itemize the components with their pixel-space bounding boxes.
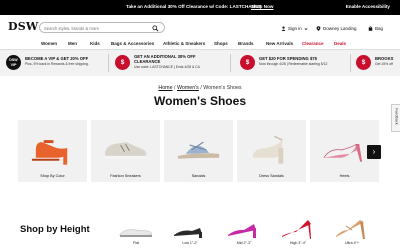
category-label: Shop By Color — [40, 174, 65, 178]
height-option-low[interactable]: Low 1"-2" — [170, 218, 210, 245]
dollar-badge-icon: $ — [115, 55, 130, 70]
promo-divider — [350, 54, 351, 72]
bag-button[interactable]: Bag — [368, 26, 383, 31]
bag-label: Bag — [375, 26, 384, 31]
promo-bar: Take an Additional 30% Off Clearance w/ … — [0, 0, 400, 15]
search-input[interactable] — [44, 24, 144, 32]
shop-by-height-title: Shop by Height — [20, 224, 90, 235]
category-label: Heels — [339, 174, 350, 178]
search-box[interactable] — [39, 22, 165, 33]
height-option-mid[interactable]: Mid 2"-3" — [224, 218, 264, 245]
dollar-badge-icon: $ — [240, 55, 255, 70]
category-tile-fashion-sneakers[interactable]: Fashion Sneakers — [91, 120, 160, 182]
height-label: Flat — [133, 241, 139, 245]
high-heel-image — [282, 220, 311, 239]
category-tile-sandals[interactable]: Sandals — [164, 120, 233, 182]
promo-card-reward[interactable]: $ GET $20 FOR SPENDING $75 Now through 4… — [240, 53, 340, 73]
shop-now-link[interactable]: Shop Now — [251, 4, 273, 9]
sign-in-label: Sign in — [288, 26, 302, 31]
height-option-high[interactable]: High 3"-4" — [278, 218, 318, 245]
heel-image — [323, 143, 363, 162]
feedback-tab[interactable]: Feedback — [391, 104, 400, 132]
promo-subtitle: Use code: LASTCHANCE | Ends 4/28 & CA — [134, 65, 200, 69]
nav-item-kids[interactable]: Kids — [90, 41, 100, 46]
nav-item-bags-accessories[interactable]: Bags & Accessories — [111, 41, 154, 46]
page-title: Women's Shoes — [154, 94, 246, 108]
promo-divider — [108, 54, 109, 72]
height-label: Low 1"-2" — [182, 241, 198, 245]
breadcrumb-current: Women's Shoes — [203, 85, 242, 91]
carousel-next-button[interactable]: › — [367, 145, 381, 159]
store-label: Downey Landing — [323, 26, 357, 31]
breadcrumb: Home / Women's / Women's Shoes — [0, 85, 400, 91]
height-option-ultra[interactable]: Ultra 4"+ — [332, 218, 372, 245]
low-heel-image — [174, 228, 202, 238]
promo-divider — [230, 54, 231, 72]
location-pin-icon — [316, 26, 321, 31]
main-nav: Women Men Kids Bags & Accessories Athlet… — [0, 39, 400, 49]
promo-card-brooks[interactable]: $ BROOKS Get 15% off — [356, 53, 400, 73]
user-icon — [281, 26, 286, 31]
enable-accessibility-link[interactable]: Enable Accessibility — [346, 4, 390, 9]
dsw-logo[interactable]: DSW — [8, 20, 38, 33]
promo-card-clearance[interactable]: $ GET AN ADDITIONAL 30% OFF CLEARANCE Us… — [115, 53, 220, 73]
breadcrumb-home[interactable]: Home — [158, 85, 172, 91]
nav-item-men[interactable]: Men — [68, 41, 77, 46]
nav-item-clearance[interactable]: Clearance — [302, 41, 324, 46]
promo-subtitle: Plus, 5% back in Rewards & free shipping… — [25, 62, 89, 66]
height-label: Ultra 4"+ — [345, 241, 359, 245]
store-selector[interactable]: Downey Landing — [316, 26, 357, 31]
chevron-down-icon — [304, 27, 308, 30]
promo-subtitle: Now through 4/28 | Redeemable starting 5… — [259, 62, 328, 66]
nav-item-brands[interactable]: Brands — [238, 41, 254, 46]
dollar-badge-icon: $ — [356, 55, 371, 70]
height-label: High 3"-4" — [289, 241, 307, 245]
category-carousel: Shop By Color Fashion Sneakers Sandals D… — [18, 120, 382, 182]
nav-item-deals[interactable]: Deals — [334, 41, 346, 46]
sneaker-image — [104, 142, 147, 159]
nav-item-athletic-sneakers[interactable]: Athletic & Sneakers — [163, 41, 205, 46]
vip-badge: DSW VIP — [6, 55, 21, 70]
flat-shoe-image — [119, 229, 153, 237]
promo-subtitle: Get 15% off — [375, 62, 393, 66]
promo-title: BECOME A VIP & GET 20% OFF — [25, 56, 89, 61]
breadcrumb-separator: / — [200, 85, 202, 91]
ultra-heel-image — [336, 220, 365, 239]
header: DSW Sign in Downey Landing Bag — [0, 15, 400, 39]
promo-card-vip[interactable]: DSW VIP BECOME A VIP & GET 20% OFF Plus,… — [6, 53, 106, 73]
slide-sandal-image — [177, 141, 220, 159]
nav-item-new-arrivals[interactable]: New Arrivals — [266, 41, 293, 46]
category-tile-shop-by-color[interactable]: Shop By Color — [18, 120, 87, 182]
sign-in-button[interactable]: Sign in — [281, 26, 308, 31]
bag-icon — [368, 26, 373, 31]
promo-title: GET $20 FOR SPENDING $75 — [259, 56, 317, 61]
heeled-sandal-image — [31, 140, 68, 165]
category-label: Sandals — [191, 174, 206, 178]
nav-item-shops[interactable]: Shops — [214, 41, 228, 46]
category-label: Fashion Sneakers — [110, 174, 141, 178]
breadcrumb-separator: / — [174, 85, 176, 91]
promo-title: GET AN ADDITIONAL 30% OFF CLEARANCE — [134, 54, 196, 65]
promo-strip: DSW VIP BECOME A VIP & GET 20% OFF Plus,… — [0, 50, 400, 76]
breadcrumb-womens[interactable]: Women's — [177, 85, 199, 91]
nav-item-women[interactable]: Women — [41, 41, 57, 46]
feedback-label: Feedback — [394, 108, 399, 125]
promo-title: BROOKS — [375, 56, 394, 61]
mid-heel-image — [228, 224, 256, 238]
category-tile-dress-sandals[interactable]: Dress Sandals — [237, 120, 306, 182]
height-label: Mid 2"-3" — [236, 241, 252, 245]
height-option-flat[interactable]: Flat — [116, 218, 156, 245]
promo-text: Take an Additional 30% Off Clearance w/ … — [126, 4, 262, 9]
dress-sandal-image — [252, 135, 284, 164]
category-label: Dress Sandals — [259, 174, 284, 178]
search-icon[interactable] — [152, 25, 159, 32]
